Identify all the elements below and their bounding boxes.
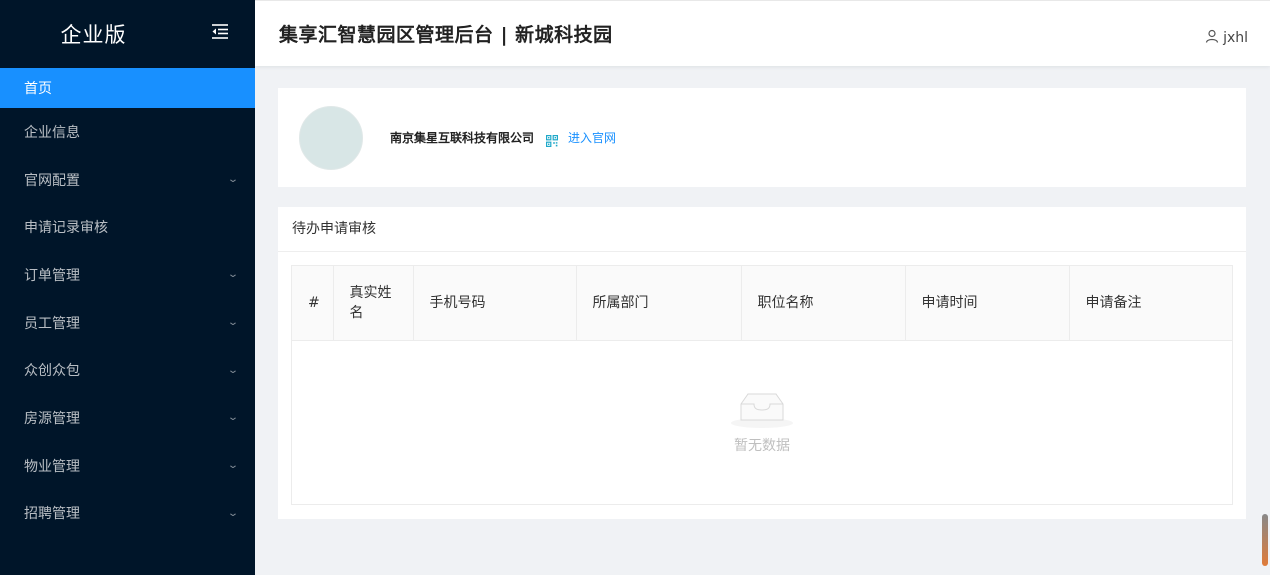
table-column-header: 职位名称 — [741, 266, 906, 341]
sidebar-item[interactable]: 房源管理 ⌄ — [0, 394, 255, 442]
user-menu[interactable]: jxhl — [1205, 29, 1248, 47]
sidebar-item[interactable]: 招聘管理 ⌄ — [0, 490, 255, 538]
pending-approvals-card: 待办申请审核 # 真实姓名 手机号码 所属部门 职位名称 申请时间 申请备注 暂… — [278, 207, 1246, 519]
page-scrollbar[interactable] — [1262, 514, 1268, 566]
sidebar-item-label: 申请记录审核 — [24, 220, 108, 237]
chevron-down-icon: ⌄ — [227, 507, 239, 519]
table-column-header: 手机号码 — [413, 266, 577, 341]
sidebar-menu: 首页 企业信息 官网配置 ⌄ 申请记录审核 订单管理 ⌄ 员工管理 ⌄ 众创众包 ⌄ 房源管理 ⌄ 物业管… — [0, 68, 255, 537]
sidebar-item-label: 众创众包 — [24, 363, 80, 380]
sidebar-item[interactable]: 众创众包 ⌄ — [0, 346, 255, 394]
app-root: 企业版 首页 企业信息 官网配置 ⌄ 申请记录审核 订单管理 ⌄ 员工管理 ⌄ 众创众包 ⌄ 房源管理… — [0, 0, 1270, 575]
sidebar-item-label: 订单管理 — [24, 267, 80, 284]
sidebar-item[interactable]: 首页 — [0, 68, 255, 108]
sidebar-item-label: 首页 — [24, 81, 52, 97]
table-column-header: 申请备注 — [1069, 266, 1232, 341]
empty-state: 暂无数据 — [292, 341, 1232, 505]
sidebar-item[interactable]: 物业管理 ⌄ — [0, 442, 255, 490]
sidebar-item-label: 物业管理 — [24, 458, 80, 475]
chevron-down-icon: ⌄ — [227, 412, 239, 424]
pending-table: # 真实姓名 手机号码 所属部门 职位名称 申请时间 申请备注 暂无数据 — [291, 265, 1233, 505]
sidebar-item-label: 官网配置 — [24, 172, 80, 189]
sidebar-item[interactable]: 申请记录审核 — [0, 203, 255, 251]
chevron-down-icon: ⌄ — [227, 460, 239, 472]
brand: 企业版 — [0, 0, 255, 68]
brand-title: 企业版 — [60, 23, 127, 47]
sidebar-item[interactable]: 员工管理 ⌄ — [0, 299, 255, 347]
sidebar-item[interactable]: 企业信息 — [0, 108, 255, 156]
sidebar-item-label: 企业信息 — [24, 124, 80, 141]
empty-text: 暂无数据 — [734, 438, 790, 454]
username: jxhl — [1223, 29, 1248, 46]
sidebar-item[interactable]: 官网配置 ⌄ — [0, 156, 255, 204]
empty-inbox-icon — [730, 387, 794, 429]
user-icon — [1205, 29, 1219, 47]
chevron-down-icon: ⌄ — [227, 317, 239, 329]
sidebar-item[interactable]: 订单管理 ⌄ — [0, 251, 255, 299]
chevron-down-icon: ⌄ — [227, 174, 239, 186]
visit-website-link[interactable]: 进入官网 — [568, 129, 616, 146]
company-avatar — [299, 105, 363, 170]
chevron-down-icon: ⌄ — [227, 364, 239, 376]
page-title: 集享汇智慧园区管理后台 | 新城科技园 — [279, 24, 613, 46]
table-column-header: # — [292, 266, 334, 341]
chevron-down-icon: ⌄ — [227, 269, 239, 281]
qrcode-icon[interactable] — [546, 132, 559, 147]
table-column-header: 申请时间 — [905, 266, 1070, 341]
table-column-header: 所属部门 — [576, 266, 742, 341]
top-header: 集享汇智慧园区管理后台 | 新城科技园 jxhl — [255, 0, 1270, 66]
company-name: 南京集星互联科技有限公司 — [390, 131, 535, 145]
sidebar-item-label: 房源管理 — [24, 410, 80, 427]
pending-card-title: 待办申请审核 — [278, 207, 1246, 252]
table-column-header: 真实姓名 — [333, 266, 414, 341]
company-card: 南京集星互联科技有限公司 进入官网 — [278, 88, 1246, 187]
table-header-row: # 真实姓名 手机号码 所属部门 职位名称 申请时间 申请备注 — [292, 266, 1232, 341]
menu-fold-icon[interactable] — [210, 21, 230, 41]
sidebar-item-label: 员工管理 — [24, 315, 80, 332]
sidebar: 企业版 首页 企业信息 官网配置 ⌄ 申请记录审核 订单管理 ⌄ 员工管理 ⌄ 众创众包 ⌄ 房源管理… — [0, 0, 255, 575]
sidebar-item-label: 招聘管理 — [24, 506, 80, 523]
